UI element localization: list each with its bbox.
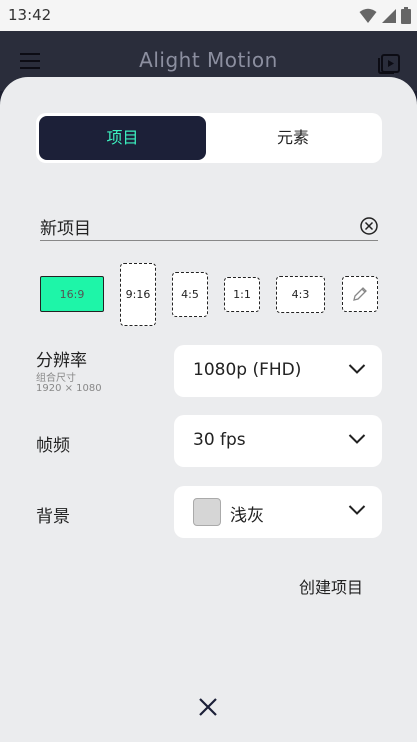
battery-icon xyxy=(401,7,411,24)
tab-project[interactable]: 项目 xyxy=(39,116,206,160)
tab-element[interactable]: 元素 xyxy=(208,116,378,160)
ratio-1-1[interactable]: 1:1 xyxy=(224,277,260,312)
frame-rate-value: 30 fps xyxy=(193,430,246,450)
custom-ratio-button[interactable] xyxy=(342,276,378,312)
chevron-down-icon xyxy=(348,505,366,515)
pencil-icon xyxy=(353,287,367,301)
status-icons xyxy=(359,7,411,24)
status-bar: 13:42 xyxy=(0,0,417,31)
project-name-input[interactable] xyxy=(40,214,340,238)
ratio-4-3[interactable]: 4:3 xyxy=(276,276,325,313)
chevron-down-icon xyxy=(348,434,366,444)
background-color-swatch xyxy=(193,498,221,526)
ratio-9-16[interactable]: 9:16 xyxy=(120,263,156,326)
resolution-dimensions: 1920 × 1080 xyxy=(36,383,102,394)
status-time: 13:42 xyxy=(8,6,52,24)
chevron-down-icon xyxy=(348,364,366,374)
ratio-16-9[interactable]: 16:9 xyxy=(40,276,104,312)
resolution-dropdown[interactable]: 1080p (FHD) xyxy=(174,345,382,397)
clear-icon[interactable] xyxy=(360,217,378,235)
wifi-icon xyxy=(359,8,377,23)
signal-icon xyxy=(382,8,396,23)
frame-rate-dropdown[interactable]: 30 fps xyxy=(174,415,382,467)
background-value: 浅灰 xyxy=(230,506,264,526)
resolution-label: 分辨率 xyxy=(36,351,87,371)
resolution-value: 1080p (FHD) xyxy=(193,360,302,380)
app-title: Alight Motion xyxy=(139,48,278,72)
projects-icon[interactable] xyxy=(377,50,401,74)
background-label: 背景 xyxy=(36,507,70,527)
project-name-field xyxy=(40,214,378,241)
frame-rate-label: 帧频 xyxy=(36,436,70,456)
new-project-sheet: 项目 元素 16:9 9:16 4:5 1:1 4:3 分辨率 组合尺寸 192… xyxy=(0,77,417,742)
create-project-button[interactable]: 创建项目 xyxy=(299,574,363,598)
background-dropdown[interactable]: 浅灰 xyxy=(174,486,382,538)
resolution-sub-label: 组合尺寸 xyxy=(36,373,76,384)
tab-switcher: 项目 元素 xyxy=(36,113,382,163)
close-icon[interactable] xyxy=(196,695,220,719)
ratio-4-5[interactable]: 4:5 xyxy=(172,272,208,317)
